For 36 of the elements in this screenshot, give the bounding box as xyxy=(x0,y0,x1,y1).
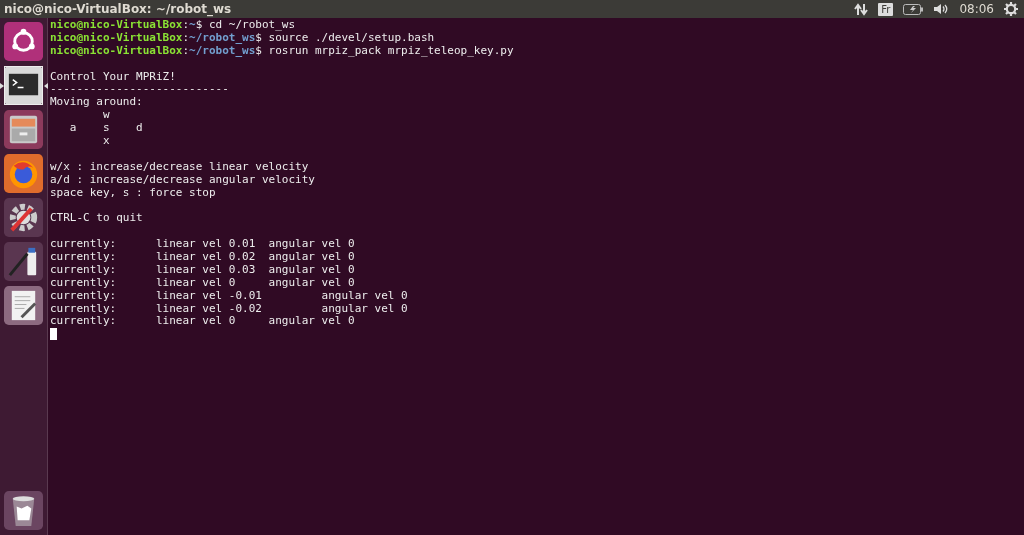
volume-icon[interactable] xyxy=(933,3,950,15)
browser-icon[interactable] xyxy=(4,154,43,193)
paint-brush-icon[interactable] xyxy=(4,242,43,281)
file-cabinet-icon[interactable] xyxy=(4,110,43,149)
prompt-line: nico@nico-VirtualBox:~$ cd ~/robot_ws xyxy=(50,19,297,32)
trash-icon[interactable] xyxy=(4,491,43,530)
output-line: a s d xyxy=(68,122,144,135)
output-line: Control Your MPRiZ! xyxy=(50,70,177,84)
settings-icon[interactable] xyxy=(4,198,43,237)
text-cursor xyxy=(50,328,57,341)
output-line: --------------------------- xyxy=(50,83,230,97)
output-line: w/x : increase/decrease linear velocity xyxy=(50,160,310,174)
output-line: w xyxy=(101,109,111,123)
output-line: CTRL-C to quit xyxy=(50,212,144,226)
output-line: currently: linear vel -0.02 angular vel 0 xyxy=(50,302,409,316)
output-line: x xyxy=(101,135,111,148)
output-line: a/d : increase/decrease angular velocity xyxy=(50,173,316,187)
output-line: currently: linear vel 0.01 angular vel 0 xyxy=(50,238,356,252)
window-title: nico@nico-VirtualBox: ~/robot_ws xyxy=(4,2,232,16)
output-line: currently: linear vel 0 angular vel 0 xyxy=(50,315,356,329)
ubuntu-logo-icon[interactable] xyxy=(4,22,43,61)
output-line: Moving around: xyxy=(50,96,144,110)
output-line: currently: linear vel -0.01 angular vel 0 xyxy=(50,289,409,303)
keyboard-layout-indicator[interactable]: Fr xyxy=(878,2,894,16)
battery-icon[interactable] xyxy=(903,3,924,15)
output-line: currently: linear vel 0.02 angular vel 0 xyxy=(50,251,356,264)
output-line: currently: linear vel 0 angular vel 0 xyxy=(50,276,356,290)
prompt-line: nico@nico-VirtualBox:~/robot_ws$ rosrun mrpiz_pack mrpiz_teleop_key.py xyxy=(50,44,515,58)
network-icon[interactable] xyxy=(854,2,869,16)
text-editor-icon[interactable] xyxy=(4,286,43,325)
prompt-line: nico@nico-VirtualBox:~/robot_ws$ source ./devel/setup.bash xyxy=(50,31,436,45)
output-line: currently: linear vel 0.03 angular vel 0 xyxy=(50,263,356,277)
output-line: space key, s : force stop xyxy=(50,186,217,200)
terminal-icon[interactable] xyxy=(4,66,43,105)
gear-icon[interactable] xyxy=(1004,2,1018,16)
clock[interactable]: 08:06 xyxy=(959,2,994,16)
